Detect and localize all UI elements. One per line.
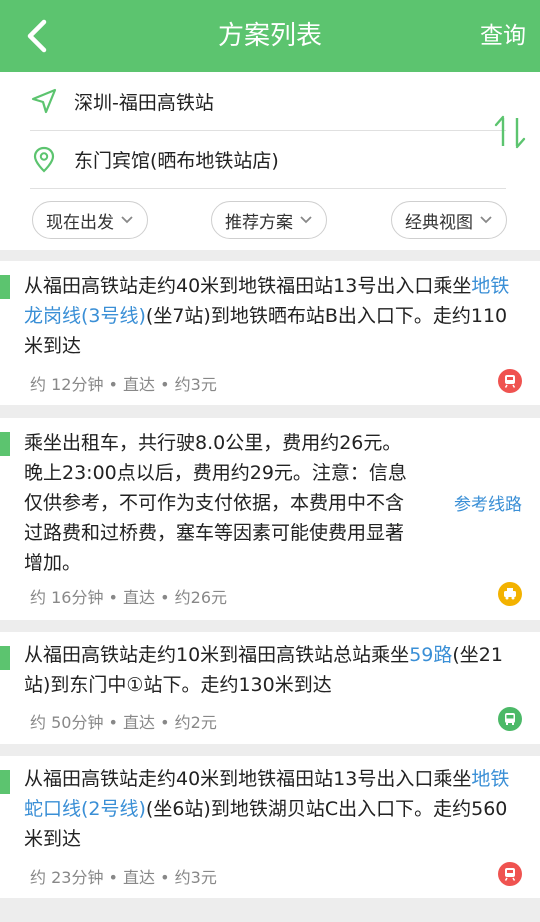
navigation-arrow-icon	[31, 88, 57, 114]
plan-text: 从福田高铁站走约10米到福田高铁站总站乘坐	[24, 644, 410, 666]
plan-card[interactable]: 从福田高铁站走约10米到福田高铁站总站乘坐59路(坐21站)到东门中①站下。走约…	[0, 632, 540, 744]
plan-meta: 约 16分钟 • 直达 • 约26元	[30, 588, 228, 607]
swap-icon[interactable]	[492, 112, 528, 152]
view-mode-dropdown[interactable]: 经典视图	[391, 201, 507, 239]
chevron-down-icon	[300, 216, 312, 224]
plan-card[interactable]: 从福田高铁站走约40米到地铁福田站13号出入口乘坐地铁蛇口线(2号线)(坐6站)…	[0, 756, 540, 898]
plan-meta: 约 50分钟 • 直达 • 约2元	[30, 713, 217, 732]
chevron-down-icon	[121, 216, 133, 224]
destination-field[interactable]: 东门宾馆(晒布地铁站店)	[30, 130, 279, 188]
divider	[30, 188, 506, 189]
plan-text: 从福田高铁站走约40米到地铁福田站13号出入口乘坐	[24, 275, 472, 297]
query-button[interactable]: 查询	[480, 0, 526, 72]
plan-meta: 约 23分钟 • 直达 • 约3元	[30, 868, 217, 887]
accent-bar	[0, 770, 10, 794]
plan-meta: 约 12分钟 • 直达 • 约3元	[30, 375, 217, 394]
page-title: 方案列表	[217, 21, 322, 51]
chevron-down-icon	[480, 216, 492, 224]
plan-description: 乘坐出租车，共行驶8.0公里，费用约26元。晚上23:00点以后，费用约29元。…	[24, 432, 407, 574]
filter-label: 经典视图	[405, 212, 473, 233]
metro-icon	[498, 369, 522, 393]
accent-bar	[0, 646, 10, 670]
origin-field[interactable]: 深圳-福田高铁站	[30, 72, 214, 130]
metro-icon	[498, 862, 522, 886]
plan-card[interactable]: 乘坐出租车，共行驶8.0公里，费用约26元。晚上23:00点以后，费用约29元。…	[0, 418, 540, 620]
plan-card[interactable]: 从福田高铁站走约40米到地铁福田站13号出入口乘坐地铁龙岗线(3号线)(坐7站)…	[0, 261, 540, 405]
bus-line-link[interactable]: 59路	[409, 644, 452, 666]
plan-description: 从福田高铁站走约40米到地铁福田站13号出入口乘坐地铁龙岗线(3号线)(坐7站)…	[24, 271, 526, 361]
plan-description: 从福田高铁站走约10米到福田高铁站总站乘坐59路(坐21站)到东门中①站下。走约…	[24, 640, 526, 700]
filter-label: 现在出发	[46, 212, 114, 233]
destination-text: 东门宾馆(晒布地铁站店)	[74, 149, 279, 172]
route-form: 深圳-福田高铁站 东门宾馆(晒布地铁站店) 现在出发 推荐方案 经典视图	[0, 72, 540, 250]
plan-text: 从福田高铁站走约40米到地铁福田站13号出入口乘坐	[24, 768, 472, 790]
plan-description: 从福田高铁站走约40米到地铁福田站13号出入口乘坐地铁蛇口线(2号线)(坐6站)…	[24, 764, 526, 854]
origin-text: 深圳-福田高铁站	[74, 91, 214, 114]
app-header: 方案列表 查询	[0, 0, 540, 72]
reference-route-link[interactable]: 参考线路	[454, 490, 522, 515]
plan-type-dropdown[interactable]: 推荐方案	[211, 201, 327, 239]
accent-bar	[0, 432, 10, 456]
accent-bar	[0, 275, 10, 299]
depart-time-dropdown[interactable]: 现在出发	[32, 201, 148, 239]
bus-icon	[498, 707, 522, 731]
location-pin-icon	[33, 146, 55, 173]
filter-label: 推荐方案	[225, 212, 293, 233]
taxi-icon	[498, 582, 522, 606]
